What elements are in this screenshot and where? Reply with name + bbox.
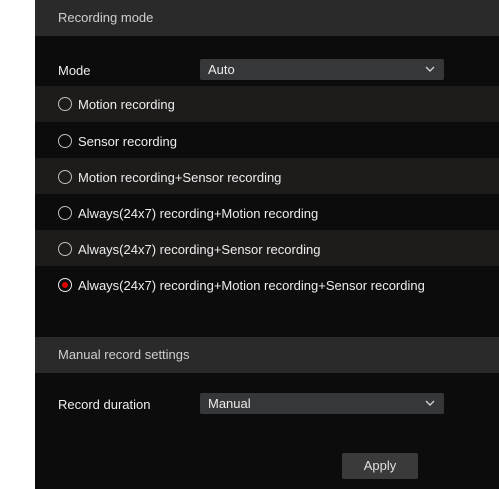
- mode-row: Mode Auto: [35, 52, 499, 88]
- apply-button[interactable]: Apply: [342, 453, 418, 479]
- record-duration-row: Record duration Manual: [35, 386, 499, 422]
- record-duration-value: Manual: [208, 396, 251, 411]
- radio-button[interactable]: [58, 242, 72, 256]
- mode-label: Mode: [58, 63, 91, 78]
- radio-button[interactable]: [58, 97, 72, 111]
- radio-button-selected[interactable]: [58, 278, 72, 292]
- radio-option-always-motion-sensor[interactable]: Always(24x7) recording+Motion recording+…: [35, 266, 499, 302]
- radio-label: Motion recording: [78, 97, 175, 112]
- recording-mode-header: Recording mode: [35, 0, 499, 36]
- radio-option-always-sensor[interactable]: Always(24x7) recording+Sensor recording: [35, 230, 499, 266]
- radio-button[interactable]: [58, 134, 72, 148]
- radio-label: Motion recording+Sensor recording: [78, 170, 282, 185]
- radio-option-sensor[interactable]: Sensor recording: [35, 122, 499, 158]
- recording-settings-panel: Recording mode Mode Auto Motion recordin…: [35, 0, 499, 489]
- recording-mode-title: Recording mode: [58, 10, 154, 25]
- manual-record-title: Manual record settings: [58, 347, 190, 362]
- radio-option-motion-sensor[interactable]: Motion recording+Sensor recording: [35, 158, 499, 194]
- manual-record-header: Manual record settings: [35, 337, 499, 373]
- radio-label: Always(24x7) recording+Motion recording+…: [78, 278, 425, 293]
- radio-option-always-motion[interactable]: Always(24x7) recording+Motion recording: [35, 194, 499, 230]
- radio-button[interactable]: [58, 206, 72, 220]
- radio-option-motion[interactable]: Motion recording: [35, 86, 499, 122]
- mode-select-value: Auto: [208, 62, 235, 77]
- radio-label: Always(24x7) recording+Sensor recording: [78, 242, 321, 257]
- radio-label: Sensor recording: [78, 134, 177, 149]
- record-duration-select[interactable]: Manual: [200, 393, 444, 414]
- record-duration-label: Record duration: [58, 397, 151, 412]
- chevron-down-icon: [425, 66, 435, 72]
- chevron-down-icon: [425, 400, 435, 406]
- radio-button[interactable]: [58, 170, 72, 184]
- radio-label: Always(24x7) recording+Motion recording: [78, 206, 319, 221]
- mode-select[interactable]: Auto: [200, 59, 444, 80]
